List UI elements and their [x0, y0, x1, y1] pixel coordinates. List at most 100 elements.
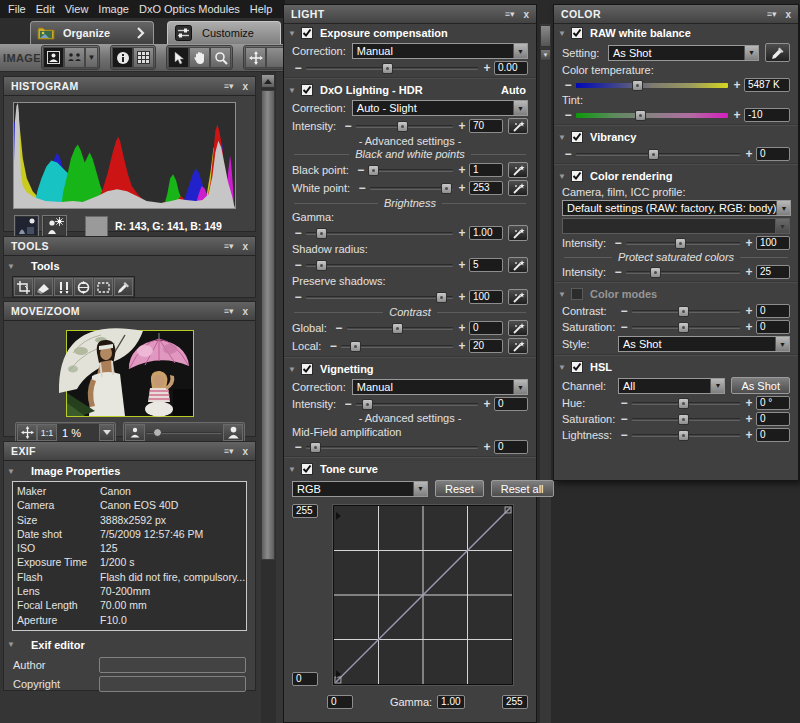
plus-button[interactable]: +	[455, 339, 469, 353]
cursor-tool-button[interactable]	[168, 47, 189, 68]
slider-thumb[interactable]	[362, 399, 373, 410]
menu-image[interactable]: Image	[98, 3, 129, 15]
plus-button[interactable]: +	[742, 396, 756, 410]
slider-thumb[interactable]	[368, 165, 379, 176]
minus-button[interactable]: −	[618, 320, 630, 334]
menu-dxo-optics-modules[interactable]: DxO Optics Modules	[139, 3, 240, 15]
value-field[interactable]: 70	[469, 119, 503, 133]
minus-button[interactable]: −	[292, 61, 304, 75]
correction-select[interactable]: Manual▼	[352, 379, 528, 395]
gamma-value[interactable]: 1.00	[437, 695, 465, 709]
slider-track[interactable]	[306, 264, 453, 267]
value-field[interactable]: 25	[756, 265, 790, 279]
section-checkbox[interactable]	[301, 84, 313, 96]
default-settings-raw-factory-rgb-body-select[interactable]: Default settings (RAW: factory, RGB: bod…	[562, 200, 791, 216]
plus-button[interactable]: +	[455, 163, 469, 177]
collapse-triangle-icon[interactable]: ▼	[288, 29, 301, 38]
minus-button[interactable]: −	[292, 226, 304, 240]
scroll-up-button[interactable]	[261, 74, 275, 88]
minus-button[interactable]: −	[618, 304, 630, 318]
channel-select[interactable]: All▼	[618, 378, 725, 394]
value-field[interactable]: 1	[469, 163, 503, 177]
slider-thumb[interactable]	[316, 260, 327, 271]
minus-button[interactable]: −	[612, 265, 624, 279]
slider-thumb[interactable]	[635, 110, 646, 121]
menu-edit[interactable]: Edit	[36, 3, 55, 15]
section-dxo-lighting-hdr[interactable]: ▼DxO Lighting - HDRAuto	[284, 81, 536, 98]
collapse-triangle-icon[interactable]: ▼	[288, 465, 301, 474]
zoom-dropdown-arrow[interactable]	[99, 424, 114, 441]
panel-menu-icon[interactable]: ≡▾	[767, 9, 777, 19]
value-field[interactable]: 0	[756, 428, 790, 442]
eraser-tool-button[interactable]	[34, 278, 53, 296]
minus-button[interactable]: −	[562, 147, 574, 161]
section-exposure-compensation[interactable]: ▼Exposure compensation	[284, 24, 536, 41]
multi-image-view-button[interactable]	[64, 47, 85, 68]
plus-button[interactable]: +	[480, 440, 494, 454]
minus-button[interactable]: −	[292, 290, 304, 304]
zoom-in-person-icon[interactable]	[223, 424, 243, 441]
correction-select[interactable]: Manual▼	[352, 43, 528, 59]
palette-scrollbar-thumb[interactable]	[540, 25, 551, 47]
section-checkbox[interactable]	[571, 170, 583, 182]
minus-button[interactable]: −	[342, 397, 354, 411]
select-arrow-icon[interactable]: ▼	[776, 201, 790, 215]
plus-button[interactable]: +	[455, 226, 469, 240]
navigator-thumbnail[interactable]	[66, 330, 194, 417]
section-checkbox[interactable]	[301, 363, 313, 375]
slider-thumb[interactable]	[436, 292, 447, 303]
magic-wand-button[interactable]	[508, 320, 528, 336]
plus-button[interactable]: +	[455, 181, 469, 195]
section-color-rendering[interactable]: ▼Color rendering	[554, 167, 798, 184]
collapse-triangle-icon[interactable]: ▼	[288, 86, 301, 95]
minus-button[interactable]: −	[327, 339, 339, 353]
slider-track[interactable]	[306, 67, 478, 70]
minus-button[interactable]: −	[333, 321, 345, 335]
zoom-slider[interactable]	[145, 424, 223, 441]
panel-close-icon[interactable]: x	[242, 81, 248, 92]
palette-scrollbar[interactable]: ▼	[540, 24, 551, 723]
menu-file[interactable]: File	[8, 3, 26, 15]
style-select[interactable]: As Shot▼	[618, 336, 790, 352]
value-field[interactable]: 0 °	[756, 396, 790, 410]
slider-track[interactable]	[626, 242, 740, 245]
select-arrow-icon[interactable]: ▼	[513, 101, 527, 115]
section-raw-white-balance[interactable]: ▼RAW white balance	[554, 24, 798, 41]
plus-button[interactable]: +	[455, 258, 469, 272]
view-mode-dropdown-arrow[interactable]: ▼	[85, 47, 98, 68]
white-balance-tool-button[interactable]	[54, 278, 73, 296]
slider-track[interactable]	[370, 187, 453, 190]
select-select[interactable]: ▼	[562, 218, 790, 234]
setting-select[interactable]: As Shot▼	[608, 45, 759, 61]
magic-wand-button[interactable]	[508, 338, 528, 354]
slider-thumb[interactable]	[382, 63, 393, 74]
author-input[interactable]	[99, 657, 246, 673]
value-field[interactable]: 100	[469, 290, 503, 304]
selection-tool-button[interactable]	[94, 278, 113, 296]
zoom-tool-button[interactable]	[210, 47, 231, 68]
value-field[interactable]: 0	[756, 147, 790, 161]
palette-scroll-down-button[interactable]: ▼	[540, 49, 551, 61]
plus-button[interactable]: +	[742, 236, 756, 250]
minus-button[interactable]: −	[618, 428, 630, 442]
value-field[interactable]: 0	[494, 440, 528, 454]
panel-close-icon[interactable]: x	[523, 9, 529, 20]
plus-button[interactable]: +	[730, 108, 744, 122]
collapse-triangle-icon[interactable]: ▼	[558, 133, 571, 142]
value-field[interactable]: 0	[469, 321, 503, 335]
slider-track[interactable]	[306, 446, 478, 449]
section-hsl[interactable]: ▼HSL	[554, 358, 798, 375]
panel-close-icon[interactable]: x	[242, 446, 248, 457]
slider-thumb[interactable]	[441, 183, 452, 194]
value-field[interactable]: -10	[744, 108, 790, 122]
collapse-triangle-icon[interactable]: ▼	[558, 290, 571, 299]
slider-track[interactable]	[632, 418, 740, 421]
white-balance-picker-button[interactable]	[765, 43, 790, 62]
plus-button[interactable]: +	[742, 428, 756, 442]
slider-track[interactable]	[369, 169, 453, 172]
tone-curve-reset-all-button[interactable]: Reset all	[491, 480, 554, 497]
section-checkbox[interactable]	[571, 361, 583, 373]
magic-wand-button[interactable]	[508, 118, 528, 134]
section-color-modes[interactable]: ▼Color modes	[554, 285, 798, 302]
tone-curve-grid[interactable]	[333, 505, 513, 685]
